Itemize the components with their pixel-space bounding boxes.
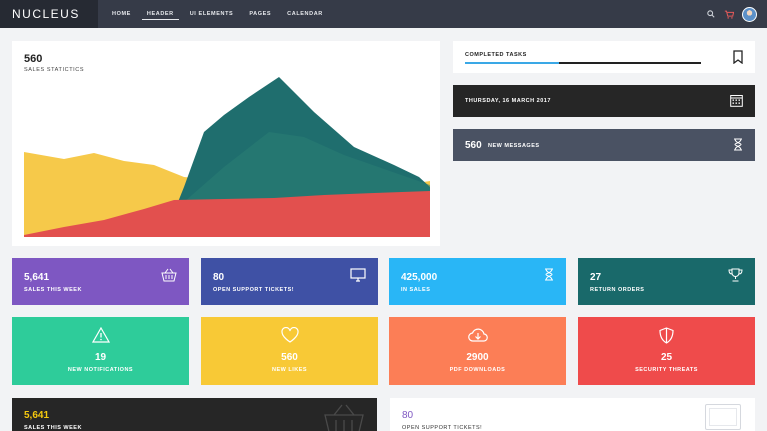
tile-icon-wrap	[578, 327, 755, 344]
nav-ui-elements[interactable]: UI ELEMENTS	[182, 0, 242, 28]
tile-icon-wrap	[12, 327, 189, 343]
monitor-icon	[705, 404, 741, 430]
date-card: THURSDAY, 16 MARCH 2017	[453, 85, 755, 117]
tile-pdf-downloads[interactable]: 2900 PDF DOWNLOADS	[389, 317, 566, 385]
card-value: 5,641	[24, 410, 50, 421]
card-label: OPEN SUPPORT TICKETS!	[402, 425, 483, 431]
tile-open-support-tickets[interactable]: 80 OPEN SUPPORT TICKETS!	[201, 258, 378, 305]
sales-this-week-dark-card[interactable]: 5,641 SALES THIS WEEK	[12, 398, 377, 431]
tile-in-sales[interactable]: 425,000 IN SALES	[389, 258, 566, 305]
date-text: THURSDAY, 16 MARCH 2017	[465, 98, 551, 104]
tasks-progress-bar	[465, 62, 701, 64]
tile-value: 27	[590, 272, 602, 283]
trophy-icon	[728, 268, 743, 282]
tile-value: 19	[94, 352, 107, 363]
tile-value: 5,641	[24, 272, 50, 283]
basket-icon	[161, 268, 177, 282]
hourglass-icon	[545, 268, 553, 281]
shield-icon	[659, 327, 674, 344]
cloud-download-icon	[467, 328, 488, 342]
sales-statistics-card: 560 SALES STATICTICS	[12, 41, 440, 246]
new-messages-card: 560 NEW MESSAGES	[453, 129, 755, 161]
tile-value: 80	[213, 272, 225, 283]
avatar[interactable]	[742, 6, 757, 22]
completed-tasks-card: COMPLETED TASKS	[453, 41, 755, 73]
nav-pages[interactable]: PAGES	[241, 0, 279, 28]
card-label: SALES THIS WEEK	[24, 425, 82, 431]
tile-label: SALES THIS WEEK	[24, 287, 82, 293]
hourglass-icon[interactable]	[733, 138, 743, 151]
tile-label: SECURITY THREATS	[635, 367, 698, 373]
tile-value: 2900	[466, 352, 489, 363]
heart-icon	[280, 327, 299, 343]
tile-value: 425,000	[401, 272, 438, 283]
tile-new-likes[interactable]: 560 NEW LIKES	[201, 317, 378, 385]
top-icons	[706, 0, 757, 28]
search-icon[interactable]	[706, 9, 716, 19]
card-value: 80	[402, 410, 414, 421]
tile-value: 560	[281, 352, 298, 363]
sales-area-chart	[24, 77, 430, 237]
tile-new-notifications[interactable]: 19 NEW NOTIFICATIONS	[12, 317, 189, 385]
tile-icon-wrap	[201, 327, 378, 343]
tile-return-orders[interactable]: 27 RETURN ORDERS	[578, 258, 755, 305]
main-nav: HOME HEADER UI ELEMENTS PAGES CALENDAR	[104, 0, 331, 28]
cart-icon[interactable]	[724, 9, 734, 19]
tile-label: IN SALES	[401, 287, 431, 293]
messages-label: NEW MESSAGES	[488, 143, 540, 149]
brand-logo[interactable]: NUCLEUS	[0, 0, 98, 28]
messages-count: 560	[465, 140, 482, 151]
nav-calendar[interactable]: CALENDAR	[279, 0, 331, 28]
sales-value: 560	[24, 53, 43, 65]
monitor-icon	[350, 268, 366, 282]
nav-home[interactable]: HOME	[104, 0, 139, 28]
tile-label: PDF DOWNLOADS	[449, 367, 506, 373]
tile-label: OPEN SUPPORT TICKETS!	[213, 287, 295, 293]
open-support-tickets-card[interactable]: 80 OPEN SUPPORT TICKETS!	[390, 398, 755, 431]
tile-label: NEW LIKES	[271, 367, 308, 373]
tile-value: 25	[660, 352, 673, 363]
nav-header[interactable]: HEADER	[139, 0, 182, 28]
tasks-progress-fill	[465, 62, 560, 64]
calendar-icon[interactable]	[730, 94, 743, 107]
basket-icon	[324, 404, 364, 431]
tile-security-threats[interactable]: 25 SECURITY THREATS	[578, 317, 755, 385]
bookmark-icon[interactable]	[733, 50, 743, 64]
top-navbar: NUCLEUS HOME HEADER UI ELEMENTS PAGES CA…	[0, 0, 767, 28]
sales-label: SALES STATICTICS	[24, 67, 85, 73]
tile-sales-this-week[interactable]: 5,641 SALES THIS WEEK	[12, 258, 189, 305]
tile-label: NEW NOTIFICATIONS	[67, 367, 134, 373]
tasks-title: COMPLETED TASKS	[465, 52, 527, 58]
tile-icon-wrap	[389, 327, 566, 343]
warning-icon	[91, 327, 110, 343]
tile-label: RETURN ORDERS	[590, 287, 645, 293]
